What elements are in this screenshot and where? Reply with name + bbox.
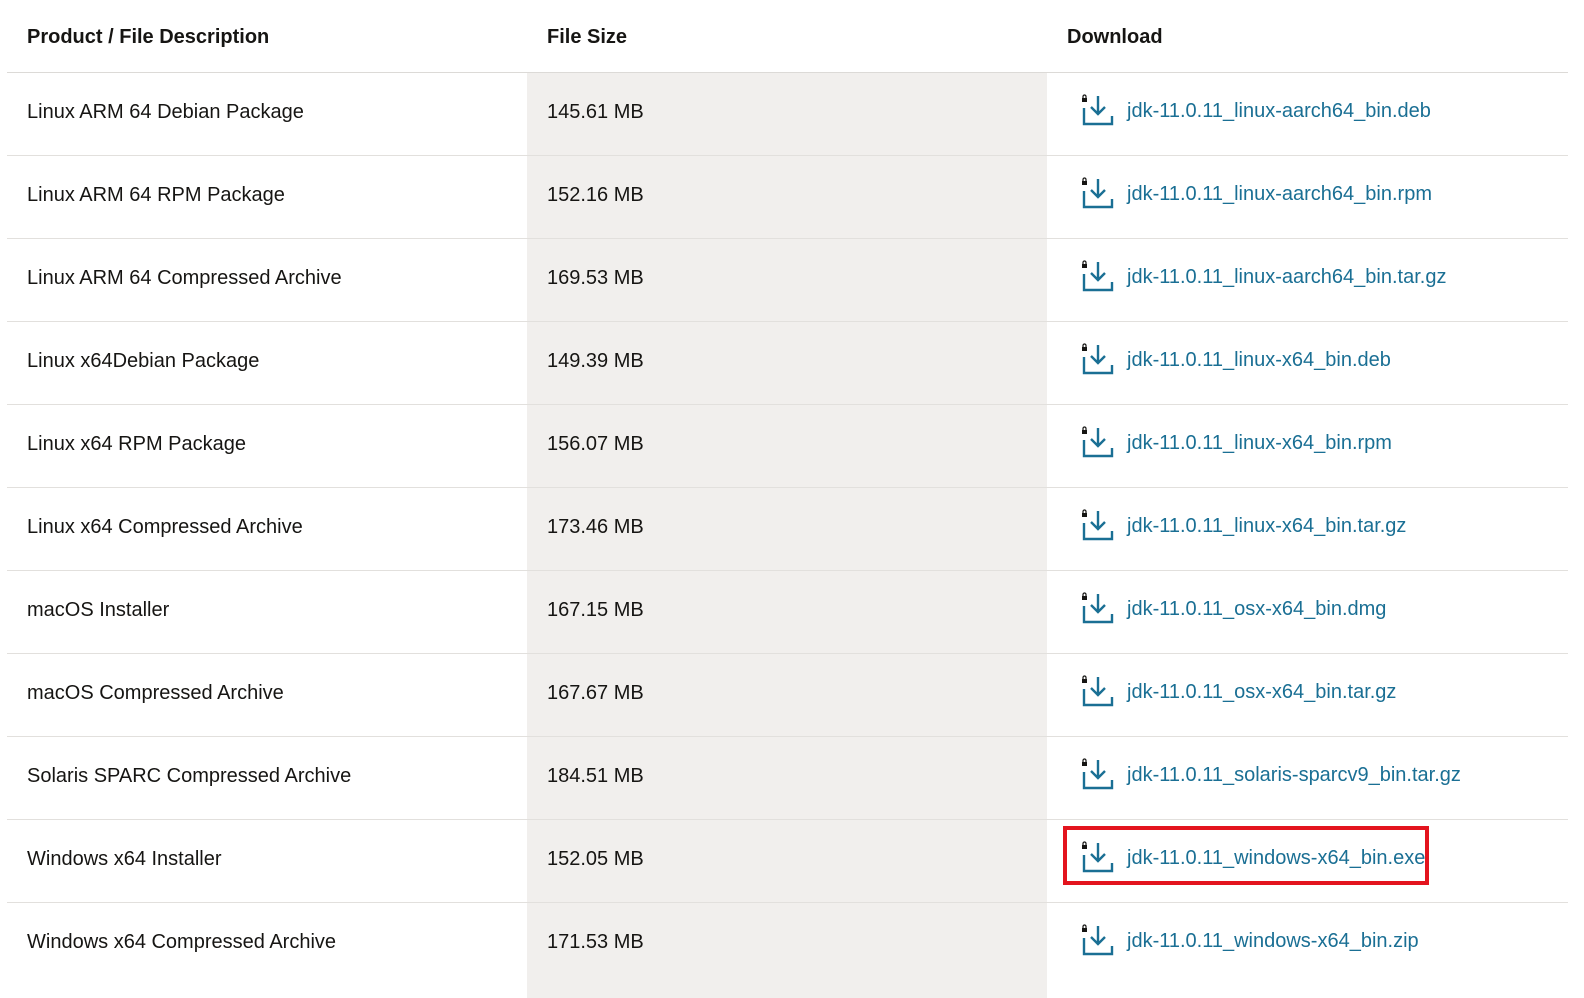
table-row: Solaris SPARC Compressed Archive 184.51 … [7, 737, 1568, 820]
table-row: Linux x64Debian Package 149.39 MB jdk-11… [7, 322, 1568, 405]
row-file-size: 167.67 MB [547, 682, 644, 704]
row-file-size: 149.39 MB [547, 350, 644, 372]
row-download: jdk-11.0.11_linux-aarch64_bin.deb [1081, 73, 1431, 149]
row-description: macOS Compressed Archive [27, 682, 284, 704]
table-row: macOS Compressed Archive 167.67 MB jdk-1… [7, 654, 1568, 737]
row-file-size: 156.07 MB [547, 433, 644, 455]
download-locked-icon[interactable] [1081, 426, 1115, 458]
download-link[interactable]: jdk-11.0.11_linux-x64_bin.deb [1127, 321, 1391, 399]
table-row: Linux ARM 64 RPM Package 152.16 MB jdk-1… [7, 156, 1568, 239]
download-link[interactable]: jdk-11.0.11_linux-aarch64_bin.rpm [1127, 155, 1432, 233]
download-link[interactable]: jdk-11.0.11_osx-x64_bin.dmg [1127, 570, 1386, 648]
download-link[interactable]: jdk-11.0.11_solaris-sparcv9_bin.tar.gz [1127, 736, 1461, 814]
row-download: jdk-11.0.11_linux-x64_bin.rpm [1081, 405, 1392, 481]
row-file-size: 184.51 MB [547, 765, 644, 787]
download-link[interactable]: jdk-11.0.11_linux-x64_bin.rpm [1127, 404, 1392, 482]
row-description: Linux x64Debian Package [27, 350, 260, 372]
table-row: macOS Installer 167.15 MB jdk-11.0.11_os… [7, 571, 1568, 654]
row-download: jdk-11.0.11_solaris-sparcv9_bin.tar.gz [1081, 737, 1461, 813]
row-description: Linux ARM 64 Compressed Archive [27, 267, 342, 289]
row-file-size: 152.05 MB [547, 848, 644, 870]
table-row: Windows x64 Installer 152.05 MB jdk-11.0… [7, 820, 1568, 903]
download-link[interactable]: jdk-11.0.11_osx-x64_bin.tar.gz [1127, 653, 1396, 731]
download-locked-icon[interactable] [1081, 343, 1115, 375]
row-download: jdk-11.0.11_osx-x64_bin.dmg [1081, 571, 1386, 647]
download-locked-icon[interactable] [1081, 675, 1115, 707]
download-locked-icon[interactable] [1081, 592, 1115, 624]
header-download: Download [1067, 26, 1163, 48]
row-file-size: 173.46 MB [547, 516, 644, 538]
row-download: jdk-11.0.11_osx-x64_bin.tar.gz [1081, 654, 1396, 730]
row-description: Linux ARM 64 Debian Package [27, 101, 304, 123]
row-file-size: 167.15 MB [547, 599, 644, 621]
table-body: Linux ARM 64 Debian Package 145.61 MB jd… [7, 73, 1568, 986]
row-file-size: 171.53 MB [547, 931, 644, 953]
download-locked-icon[interactable] [1081, 924, 1115, 956]
row-file-size: 152.16 MB [547, 184, 644, 206]
row-description: Linux ARM 64 RPM Package [27, 184, 285, 206]
downloads-table: Product / File Description File Size Dow… [7, 0, 1568, 998]
table-row: Linux ARM 64 Compressed Archive 169.53 M… [7, 239, 1568, 322]
table-row: Windows x64 Compressed Archive 171.53 MB… [7, 903, 1568, 986]
header-file-size: File Size [547, 26, 628, 48]
row-description: Linux x64 RPM Package [27, 433, 247, 455]
download-link[interactable]: jdk-11.0.11_windows-x64_bin.exe [1127, 819, 1425, 897]
download-link[interactable]: jdk-11.0.11_linux-aarch64_bin.deb [1127, 72, 1431, 150]
row-description: Solaris SPARC Compressed Archive [27, 765, 352, 787]
download-link[interactable]: jdk-11.0.11_windows-x64_bin.zip [1127, 902, 1419, 980]
download-locked-icon[interactable] [1081, 841, 1115, 873]
download-link[interactable]: jdk-11.0.11_linux-x64_bin.tar.gz [1127, 487, 1406, 565]
row-description: Windows x64 Installer [27, 848, 222, 870]
row-file-size: 145.61 MB [547, 101, 644, 123]
row-description: Linux x64 Compressed Archive [27, 516, 303, 538]
row-description: macOS Installer [27, 599, 170, 621]
row-file-size: 169.53 MB [547, 267, 644, 289]
table-row: Linux x64 RPM Package 156.07 MB jdk-11.0… [7, 405, 1568, 488]
row-download: jdk-11.0.11_windows-x64_bin.exe [1081, 820, 1425, 896]
download-locked-icon[interactable] [1081, 177, 1115, 209]
table-header: Product / File Description File Size Dow… [7, 0, 1568, 73]
row-download: jdk-11.0.11_linux-x64_bin.deb [1081, 322, 1391, 398]
download-locked-icon[interactable] [1081, 260, 1115, 292]
table-row: Linux ARM 64 Debian Package 145.61 MB jd… [7, 73, 1568, 156]
download-locked-icon[interactable] [1081, 94, 1115, 126]
download-link[interactable]: jdk-11.0.11_linux-aarch64_bin.tar.gz [1127, 238, 1446, 316]
table-row: Linux x64 Compressed Archive 173.46 MB j… [7, 488, 1568, 571]
row-download: jdk-11.0.11_linux-aarch64_bin.tar.gz [1081, 239, 1446, 315]
header-product-description: Product / File Description [27, 26, 270, 48]
row-download: jdk-11.0.11_linux-x64_bin.tar.gz [1081, 488, 1406, 564]
row-download: jdk-11.0.11_windows-x64_bin.zip [1081, 903, 1419, 979]
download-locked-icon[interactable] [1081, 509, 1115, 541]
row-download: jdk-11.0.11_linux-aarch64_bin.rpm [1081, 156, 1432, 232]
row-description: Windows x64 Compressed Archive [27, 931, 337, 953]
download-locked-icon[interactable] [1081, 758, 1115, 790]
